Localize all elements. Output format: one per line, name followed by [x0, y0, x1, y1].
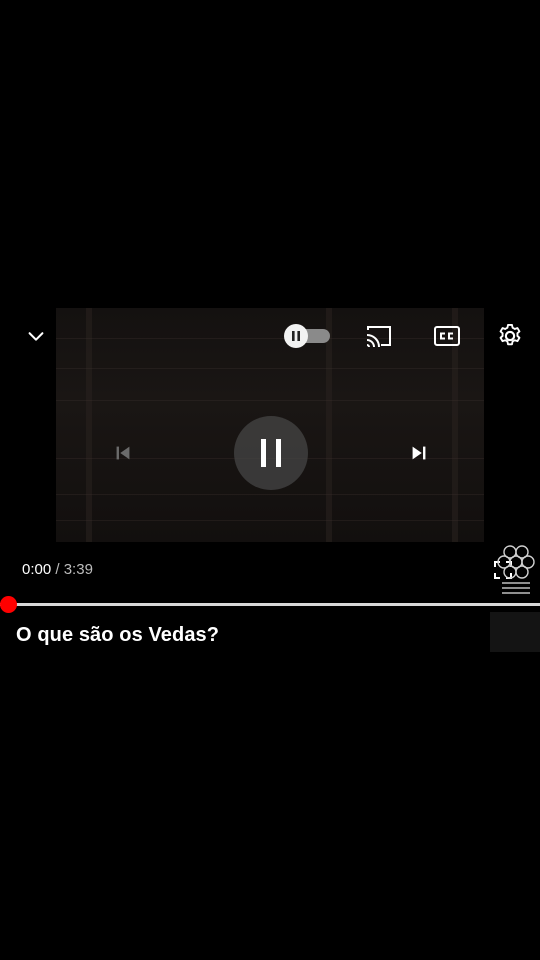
- previous-button[interactable]: [106, 436, 140, 470]
- channel-watermark-logo: [497, 545, 535, 594]
- video-decor: [56, 494, 484, 495]
- video-decor: [56, 338, 484, 339]
- play-pause-button[interactable]: [234, 416, 308, 490]
- next-button[interactable]: [402, 436, 436, 470]
- progress-bar[interactable]: [0, 596, 540, 613]
- cast-button[interactable]: [360, 320, 396, 352]
- cc-icon: [434, 326, 460, 346]
- skip-next-icon: [412, 446, 426, 460]
- total-duration: 3:39: [63, 561, 93, 578]
- video-title: O que são os Vedas?: [16, 624, 220, 646]
- title-decor: [490, 612, 540, 652]
- skip-previous-icon: [116, 446, 130, 460]
- video-decor: [86, 308, 92, 542]
- collapse-button[interactable]: [20, 320, 52, 352]
- time-separator: /: [51, 561, 64, 578]
- video-player-screen: 0:00 / 3:39 O que são os Vedas?: [0, 0, 540, 960]
- chevron-down-icon: [28, 332, 44, 341]
- gear-icon: [499, 323, 521, 346]
- autoplay-toggle[interactable]: [282, 323, 332, 349]
- progress-scrubber[interactable]: [0, 596, 17, 613]
- video-decor: [56, 368, 484, 369]
- time-display: 0:00 / 3:39: [22, 561, 93, 578]
- captions-button[interactable]: [430, 320, 464, 352]
- cast-icon: [366, 326, 391, 348]
- pause-toggle-icon: [284, 324, 330, 348]
- settings-button[interactable]: [493, 319, 527, 353]
- video-decor: [56, 520, 484, 521]
- current-time: 0:00: [22, 561, 52, 578]
- pause-icon: [261, 439, 281, 467]
- video-decor: [56, 400, 484, 401]
- channel-watermark[interactable]: [496, 544, 536, 598]
